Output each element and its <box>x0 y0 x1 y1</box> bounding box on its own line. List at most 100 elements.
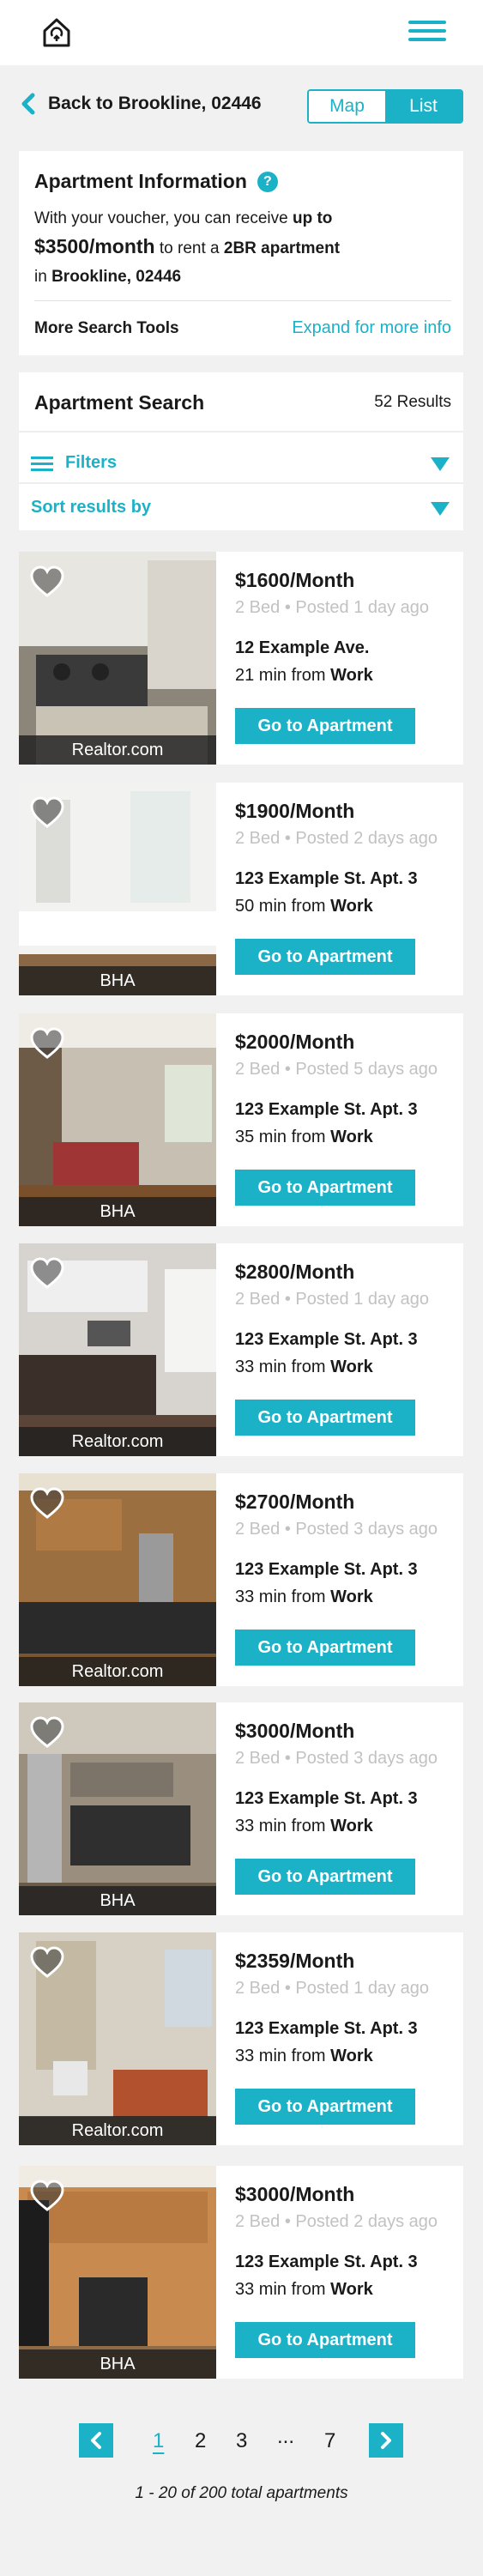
commute-time: 33 min from <box>235 2047 326 2065</box>
listing-commute: 50 min from Work <box>235 897 373 916</box>
go-to-apartment-button[interactable]: Go to Apartment <box>235 1859 415 1895</box>
heart-icon[interactable] <box>29 796 65 829</box>
page-7[interactable]: 7 <box>324 2429 335 2453</box>
listing-address: 12 Example Ave. <box>235 638 370 657</box>
caret-down-icon <box>431 457 450 471</box>
info-text: to rent a <box>159 239 220 257</box>
go-to-apartment-button[interactable]: Go to Apartment <box>235 708 415 744</box>
listing-photo[interactable]: BHA <box>19 2166 216 2379</box>
apartment-search-card: Apartment Search 52 Results Filters Sort… <box>19 372 463 530</box>
hamburger-menu-icon[interactable] <box>408 21 446 46</box>
listing-price: $2359/Month <box>235 1950 355 1972</box>
filters-label: Filters <box>65 453 118 472</box>
commute-time: 35 min from <box>235 1128 326 1146</box>
commute-destination: Work <box>330 1128 373 1146</box>
result-count: 52 Results <box>374 393 451 411</box>
unit-type: 2BR apartment <box>223 239 341 257</box>
commute-destination: Work <box>330 666 373 685</box>
listing-address: 123 Example St. Apt. 3 <box>235 1789 418 1808</box>
page-3[interactable]: 3 <box>236 2429 247 2453</box>
listing-price: $2700/Month <box>235 1491 355 1513</box>
listing-meta: 2 Bed • Posted 3 days ago <box>235 1749 438 1768</box>
commute-time: 33 min from <box>235 2280 326 2299</box>
pagination-summary: 1 - 20 of 200 total apartments <box>135 2484 348 2502</box>
listing-photo[interactable]: Realtor.com <box>19 1932 216 2145</box>
heart-icon[interactable] <box>29 1716 65 1749</box>
heart-icon[interactable] <box>29 2180 65 2212</box>
listing-card: BHA $3000/Month 2 Bed • Posted 3 days ag… <box>19 1702 463 1915</box>
listing-card: Realtor.com $2700/Month 2 Bed • Posted 3… <box>19 1473 463 1686</box>
map-view-button[interactable]: Map <box>309 91 385 122</box>
menu-line <box>408 38 446 41</box>
listing-address: 123 Example St. Apt. 3 <box>235 1330 418 1349</box>
listing-photo[interactable]: BHA <box>19 1013 216 1226</box>
listing-commute: 33 min from Work <box>235 2280 373 2300</box>
listing-source: Realtor.com <box>19 1657 216 1686</box>
heart-icon[interactable] <box>29 565 65 598</box>
go-to-apartment-button[interactable]: Go to Apartment <box>235 2322 415 2358</box>
more-search-tools-label: More Search Tools <box>34 319 179 337</box>
voucher-amount: $3500/month <box>34 235 155 257</box>
info-title: Apartment Information ? <box>34 170 278 193</box>
listing-card: Realtor.com $2359/Month 2 Bed • Posted 1… <box>19 1932 463 2145</box>
filter-lines-icon <box>31 457 53 472</box>
heart-icon[interactable] <box>29 1027 65 1060</box>
listing-photo[interactable]: BHA <box>19 783 216 995</box>
listing-meta: 2 Bed • Posted 2 days ago <box>235 2212 438 2231</box>
listing-meta: 2 Bed • Posted 1 day ago <box>235 1979 430 1998</box>
next-page-button[interactable] <box>369 2423 403 2458</box>
go-to-apartment-button[interactable]: Go to Apartment <box>235 2089 415 2125</box>
filters-dropdown[interactable]: Filters <box>31 443 451 482</box>
info-title-text: Apartment Information <box>34 170 247 192</box>
listing-card: Realtor.com $2800/Month 2 Bed • Posted 1… <box>19 1243 463 1456</box>
heart-icon[interactable] <box>29 1487 65 1520</box>
listing-meta: 2 Bed • Posted 2 days ago <box>235 829 438 848</box>
menu-line <box>408 21 446 24</box>
go-to-apartment-button[interactable]: Go to Apartment <box>235 1630 415 1666</box>
go-to-apartment-button[interactable]: Go to Apartment <box>235 1400 415 1436</box>
listing-address: 123 Example St. Apt. 3 <box>235 869 418 888</box>
listing-meta: 2 Bed • Posted 1 day ago <box>235 598 430 617</box>
help-icon[interactable]: ? <box>257 171 278 192</box>
sort-dropdown[interactable]: Sort results by <box>31 491 451 525</box>
listing-commute: 33 min from Work <box>235 1587 373 1607</box>
home-icon[interactable] <box>39 15 74 50</box>
listing-price: $2000/Month <box>235 1031 355 1053</box>
commute-destination: Work <box>330 897 373 916</box>
menu-line <box>408 29 446 33</box>
prev-page-button[interactable] <box>79 2423 113 2458</box>
listing-commute: 33 min from Work <box>235 2047 373 2066</box>
listing-photo[interactable]: Realtor.com <box>19 1473 216 1686</box>
back-row: Back to Brookline, 02446 Map List <box>19 89 463 124</box>
info-body: With your voucher, you can receive up to… <box>34 204 438 291</box>
page-2[interactable]: 2 <box>195 2429 206 2453</box>
expand-info-link[interactable]: Expand for more info <box>292 318 451 338</box>
heart-icon[interactable] <box>29 1257 65 1290</box>
listing-price: $1900/Month <box>235 800 355 822</box>
info-text: With your voucher, you can receive <box>34 209 288 227</box>
listing-commute: 33 min from Work <box>235 1358 373 1377</box>
commute-destination: Work <box>330 2047 373 2065</box>
back-label: Back to Brookline, 02446 <box>48 94 262 113</box>
page-ellipsis: ... <box>277 2425 295 2448</box>
commute-destination: Work <box>330 1817 373 1835</box>
sort-label: Sort results by <box>31 498 152 517</box>
listing-source: Realtor.com <box>19 2116 216 2145</box>
listing-photo[interactable]: BHA <box>19 1702 216 1915</box>
go-to-apartment-button[interactable]: Go to Apartment <box>235 939 415 975</box>
listing-photo[interactable]: Realtor.com <box>19 552 216 765</box>
view-toggle: Map List <box>307 89 463 124</box>
listing-card: Realtor.com $1600/Month 2 Bed • Posted 1… <box>19 552 463 765</box>
commute-destination: Work <box>330 1587 373 1606</box>
listing-commute: 33 min from Work <box>235 1817 373 1836</box>
listing-source: BHA <box>19 1197 216 1226</box>
list-view-button[interactable]: List <box>385 91 462 122</box>
back-link[interactable]: Back to Brookline, 02446 <box>19 93 262 115</box>
listing-source: Realtor.com <box>19 1427 216 1456</box>
listing-photo[interactable]: Realtor.com <box>19 1243 216 1456</box>
heart-icon[interactable] <box>29 1946 65 1979</box>
listing-source: BHA <box>19 2349 216 2379</box>
go-to-apartment-button[interactable]: Go to Apartment <box>235 1170 415 1206</box>
listing-meta: 2 Bed • Posted 5 days ago <box>235 1060 438 1079</box>
page-1[interactable]: 1 <box>153 2429 164 2453</box>
